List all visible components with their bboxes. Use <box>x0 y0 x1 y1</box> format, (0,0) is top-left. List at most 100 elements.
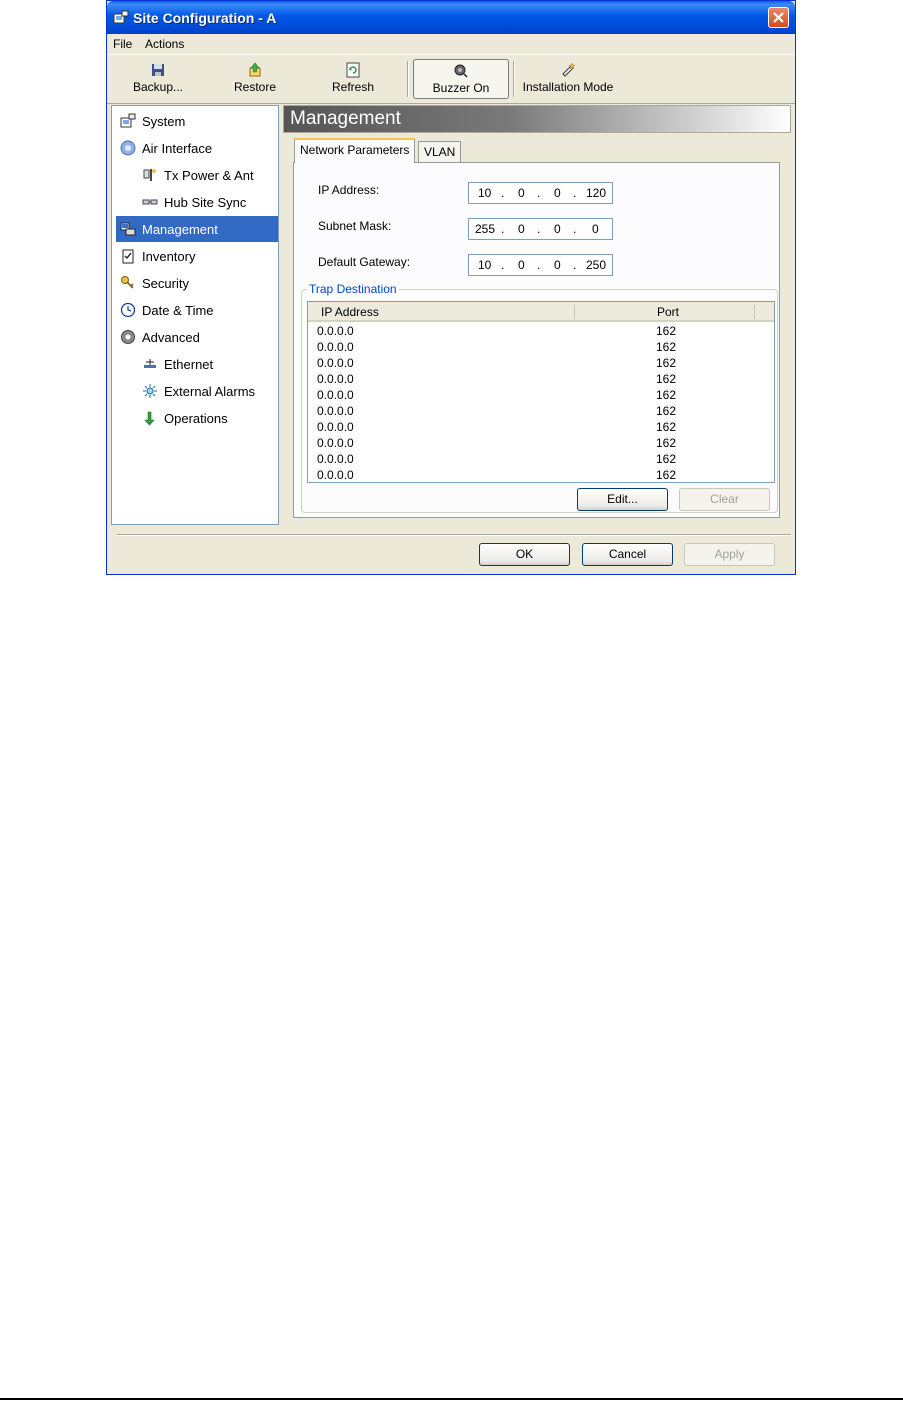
octet-dot: . <box>501 186 505 200</box>
menu-file[interactable]: File <box>113 37 132 51</box>
backup-button[interactable]: Backup... <box>129 59 187 99</box>
table-row[interactable]: 0.0.0.0 162 <box>308 371 774 387</box>
tab-network-parameters[interactable]: Network Parameters <box>294 138 416 163</box>
buzzer-on-button[interactable]: Buzzer On <box>413 59 509 99</box>
octet-dot: . <box>573 186 577 200</box>
site-configuration-window: Site Configuration - A File Actions Back… <box>106 0 796 575</box>
column-separator[interactable] <box>574 305 575 319</box>
trap-ip: 0.0.0.0 <box>317 388 354 402</box>
tree-item-label: External Alarms <box>164 383 256 399</box>
ip-address-input[interactable]: 10 . 0 . 0 . 120 <box>468 182 613 204</box>
navigation-tree: System Air Interface Tx Power & Ant Hub … <box>111 105 279 525</box>
installation-mode-button[interactable]: Installation Mode <box>519 59 617 99</box>
octet-dot: . <box>501 222 505 236</box>
alarm-icon <box>143 384 157 398</box>
tree-item-label: Ethernet <box>164 356 214 372</box>
tree-item-label: System <box>142 113 186 129</box>
tree-item-label: Date & Time <box>142 302 214 318</box>
tree-item-label: Inventory <box>142 248 196 264</box>
trap-port: 162 <box>656 356 677 370</box>
octet-dot: . <box>537 222 541 236</box>
gear-icon <box>121 330 135 344</box>
footer-divider <box>117 534 791 536</box>
trap-ip: 0.0.0.0 <box>317 404 354 418</box>
antenna-icon <box>143 169 156 181</box>
apply-button[interactable]: Apply <box>684 543 775 566</box>
site-config-icon <box>113 10 129 24</box>
tab-vlan[interactable]: VLAN <box>418 141 462 162</box>
octet-dot: . <box>573 222 577 236</box>
tree-item-label: Advanced <box>142 329 200 345</box>
refresh-icon <box>346 62 360 78</box>
table-row[interactable]: 0.0.0.0 162 <box>308 323 774 339</box>
table-row[interactable]: 0.0.0.0 162 <box>308 467 774 482</box>
tree-item-label: Air Interface <box>142 140 213 156</box>
tree-item-external-alarms[interactable]: External Alarms <box>138 378 276 404</box>
trap-port: 162 <box>656 404 677 418</box>
air-interface-icon <box>120 140 136 156</box>
mask-octet-4: 0 <box>592 222 599 236</box>
column-separator[interactable] <box>754 305 755 319</box>
table-row[interactable]: 0.0.0.0 162 <box>308 355 774 371</box>
ip-octet-3: 0 <box>554 186 561 200</box>
table-row[interactable]: 0.0.0.0 162 <box>308 403 774 419</box>
tree-item-advanced[interactable]: Advanced <box>116 324 276 350</box>
tree-item-air-interface[interactable]: Air Interface <box>116 135 276 161</box>
clock-icon <box>120 302 136 318</box>
table-row[interactable]: 0.0.0.0 162 <box>308 339 774 355</box>
trap-port: 162 <box>656 340 677 354</box>
management-icon <box>120 222 136 236</box>
table-row[interactable]: 0.0.0.0 162 <box>308 451 774 467</box>
tree-item-hub-site-sync[interactable]: Hub Site Sync <box>138 189 276 215</box>
tree-item-management[interactable]: Management <box>116 216 278 242</box>
edit-button[interactable]: Edit... <box>577 488 668 511</box>
refresh-button[interactable]: Refresh <box>327 59 379 99</box>
default-gateway-label: Default Gateway: <box>318 255 411 269</box>
column-header-port[interactable]: Port <box>657 305 679 319</box>
table-row[interactable]: 0.0.0.0 162 <box>308 419 774 435</box>
tree-item-inventory[interactable]: Inventory <box>116 243 276 269</box>
page-bottom-rule <box>0 1398 903 1400</box>
ethernet-icon <box>144 359 156 368</box>
table-row[interactable]: 0.0.0.0 162 <box>308 387 774 403</box>
cancel-button[interactable]: Cancel <box>582 543 673 566</box>
close-button[interactable] <box>768 7 789 28</box>
operations-arrow-icon <box>144 411 155 426</box>
tree-item-system[interactable]: System <box>116 108 276 134</box>
default-gateway-input[interactable]: 10 . 0 . 0 . 250 <box>468 254 613 276</box>
tree-item-security[interactable]: Security <box>116 270 276 296</box>
ok-button[interactable]: OK <box>479 543 570 566</box>
menu-actions[interactable]: Actions <box>145 37 184 51</box>
section-title: Management <box>290 108 401 129</box>
tree-item-tx-power-ant[interactable]: Tx Power & Ant <box>138 162 276 188</box>
tree-item-label: Operations <box>164 410 228 426</box>
tree-item-operations[interactable]: Operations <box>138 405 276 431</box>
trap-port: 162 <box>656 452 677 466</box>
gw-octet-1: 10 <box>478 258 492 272</box>
tree-item-date-time[interactable]: Date & Time <box>116 297 276 323</box>
clear-button[interactable]: Clear <box>679 488 770 511</box>
toolbar-separator <box>513 61 515 97</box>
section-header: Management <box>283 105 791 133</box>
table-row[interactable]: 0.0.0.0 162 <box>308 435 774 451</box>
trap-port: 162 <box>656 468 677 482</box>
buzzer-label: Buzzer On <box>432 81 490 95</box>
octet-dot: . <box>501 258 505 272</box>
title-bar[interactable]: Site Configuration - A <box>107 1 795 34</box>
gw-octet-4: 250 <box>586 258 607 272</box>
gw-octet-2: 0 <box>518 258 525 272</box>
column-header-ip-address[interactable]: IP Address <box>321 305 379 319</box>
ip-octet-2: 0 <box>518 186 525 200</box>
ip-octet-1: 10 <box>478 186 492 200</box>
restore-label: Restore <box>233 80 277 94</box>
trap-ip: 0.0.0.0 <box>317 340 354 354</box>
trap-destination-list[interactable]: IP Address Port 0.0.0.0 162 0.0.0.0 162 0.… <box>307 301 775 483</box>
octet-dot: . <box>537 186 541 200</box>
trap-port: 162 <box>656 388 677 402</box>
restore-button[interactable]: Restore <box>227 59 283 99</box>
mask-octet-1: 255 <box>475 222 496 236</box>
tree-item-ethernet[interactable]: Ethernet <box>138 351 276 377</box>
backup-label: Backup... <box>132 80 184 94</box>
subnet-mask-input[interactable]: 255 . 0 . 0 . 0 <box>468 218 613 240</box>
floppy-disk-icon <box>152 64 164 76</box>
